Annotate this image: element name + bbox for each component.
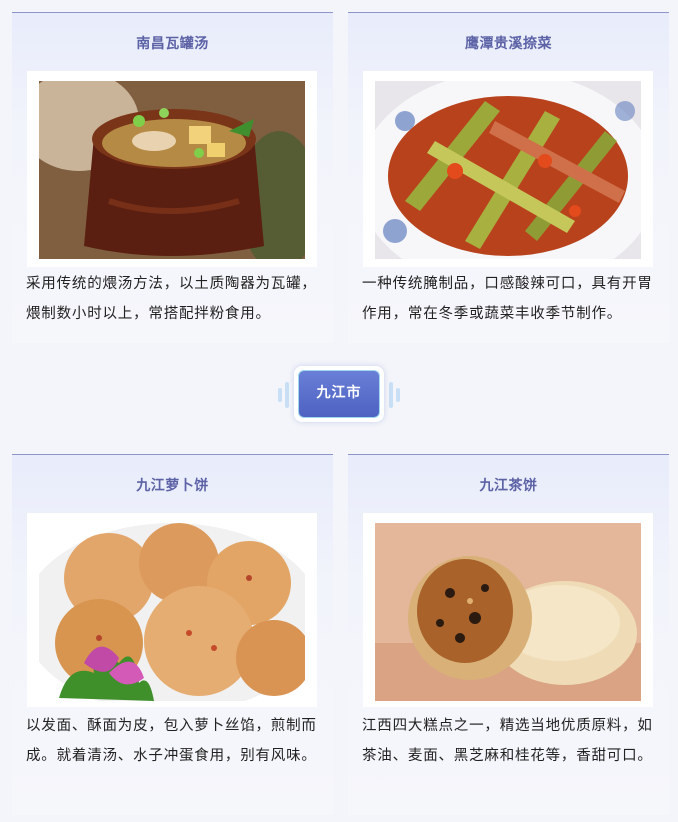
- city-badge-frame: 九江市: [294, 366, 384, 422]
- card-description: 一种传统腌制品，口感酸辣可口，具有开胃作用，常在冬季或蔬菜丰收季节制作。: [362, 276, 653, 322]
- decorative-bar: [278, 388, 282, 402]
- radish-pancakes-image: [39, 523, 305, 701]
- city-name: 九江市: [298, 370, 380, 418]
- card-title: 南昌瓦罐汤: [136, 36, 209, 52]
- city-badge: 九江市: [272, 366, 406, 424]
- tea-cakes-image: [375, 523, 641, 701]
- photo-frame: [363, 71, 653, 267]
- food-card: 九江茶饼 江西四大糕点之一，精选当地优质原料，如茶油、麦面、黑芝麻和桂花等，香甜…: [348, 454, 669, 815]
- photo-frame: [363, 513, 653, 707]
- clay-pot-soup-image: [39, 81, 305, 259]
- food-card: 南昌瓦罐汤 采用传统的煨汤方法，以土质陶器为瓦罐，煨制数小时以上，常搭配拌粉食用…: [12, 12, 333, 343]
- food-card: 九江萝卜饼 以发面、酥面为皮，包入萝卜丝馅，煎制而成。就着清汤、水子冲蛋食用，别…: [12, 454, 333, 815]
- photo-frame: [27, 71, 317, 267]
- food-card: 鹰潭贵溪捺菜 一种传统腌制品，口感酸辣可口，具有开胃作用，常在冬季或蔬菜丰收季节…: [348, 12, 669, 343]
- decorative-bar: [396, 388, 400, 402]
- card-title: 九江茶饼: [479, 478, 538, 494]
- photo-frame: [27, 513, 317, 707]
- card-title: 鹰潭贵溪捺菜: [465, 36, 552, 52]
- decorative-bar: [285, 382, 289, 408]
- card-description: 以发面、酥面为皮，包入萝卜丝馅，煎制而成。就着清汤、水子冲蛋食用，别有风味。: [26, 718, 317, 764]
- card-title: 九江萝卜饼: [136, 478, 209, 494]
- decorative-bar: [389, 382, 393, 408]
- card-description: 江西四大糕点之一，精选当地优质原料，如茶油、麦面、黑芝麻和桂花等，香甜可口。: [362, 718, 653, 764]
- pickled-vegetables-image: [375, 81, 641, 259]
- card-description: 采用传统的煨汤方法，以土质陶器为瓦罐，煨制数小时以上，常搭配拌粉食用。: [26, 276, 317, 322]
